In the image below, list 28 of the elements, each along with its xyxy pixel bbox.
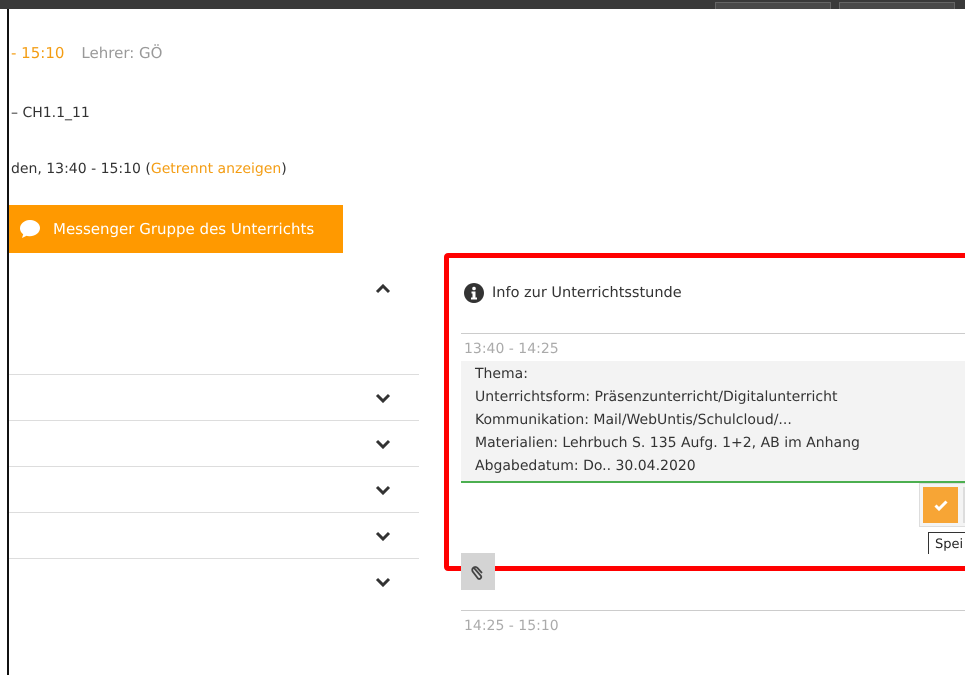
toggle-button[interactable] [375,437,391,451]
tooltip: Spei [928,532,965,554]
paperclip-icon [471,564,485,580]
info-icon [464,283,484,303]
toggle-button[interactable] [375,529,391,543]
chevron-down-icon [375,483,391,497]
check-icon [934,500,948,510]
toggle-button[interactable] [375,281,391,295]
teacher-label: Lehrer: GÖ [81,44,162,62]
attach-button[interactable] [461,553,495,590]
messenger-button[interactable]: Messenger Gruppe des Unterrichts [9,205,343,253]
toggle-button[interactable] [375,483,391,497]
lesson-time: - 15:10 [11,44,64,62]
chevron-up-icon [375,281,391,295]
panel-title: Info zur Unterrichtsstunde [492,285,682,301]
chat-bubble-icon [19,219,41,239]
room-label: – CH1.1_11 [11,105,90,121]
chevron-down-icon [375,391,391,405]
info-text-field[interactable]: Thema: Unterrichtsform: Präsenzunterricht/Digitalunterricht Kommunikation: Mail/WebUntis/Schulcloud/... Materialien: Lehrbuch S. 135 Aufg. 1+2, AB im Anhang Abgabedatum: Do.. 30.04.2020 [461,361,965,483]
chevron-down-icon [375,575,391,589]
slot-time: 13:40 - 14:25 [463,340,560,359]
toggle-button[interactable] [375,575,391,589]
toggle-button[interactable] [375,391,391,405]
chevron-down-icon [375,529,391,543]
chevron-down-icon [375,437,391,451]
slot-time: 14:25 - 15:10 [463,617,560,636]
periods-text: den, 13:40 - 15:10 (Getrennt anzeigen) [11,161,287,177]
separate-link[interactable]: Getrennt anzeigen [150,161,282,177]
